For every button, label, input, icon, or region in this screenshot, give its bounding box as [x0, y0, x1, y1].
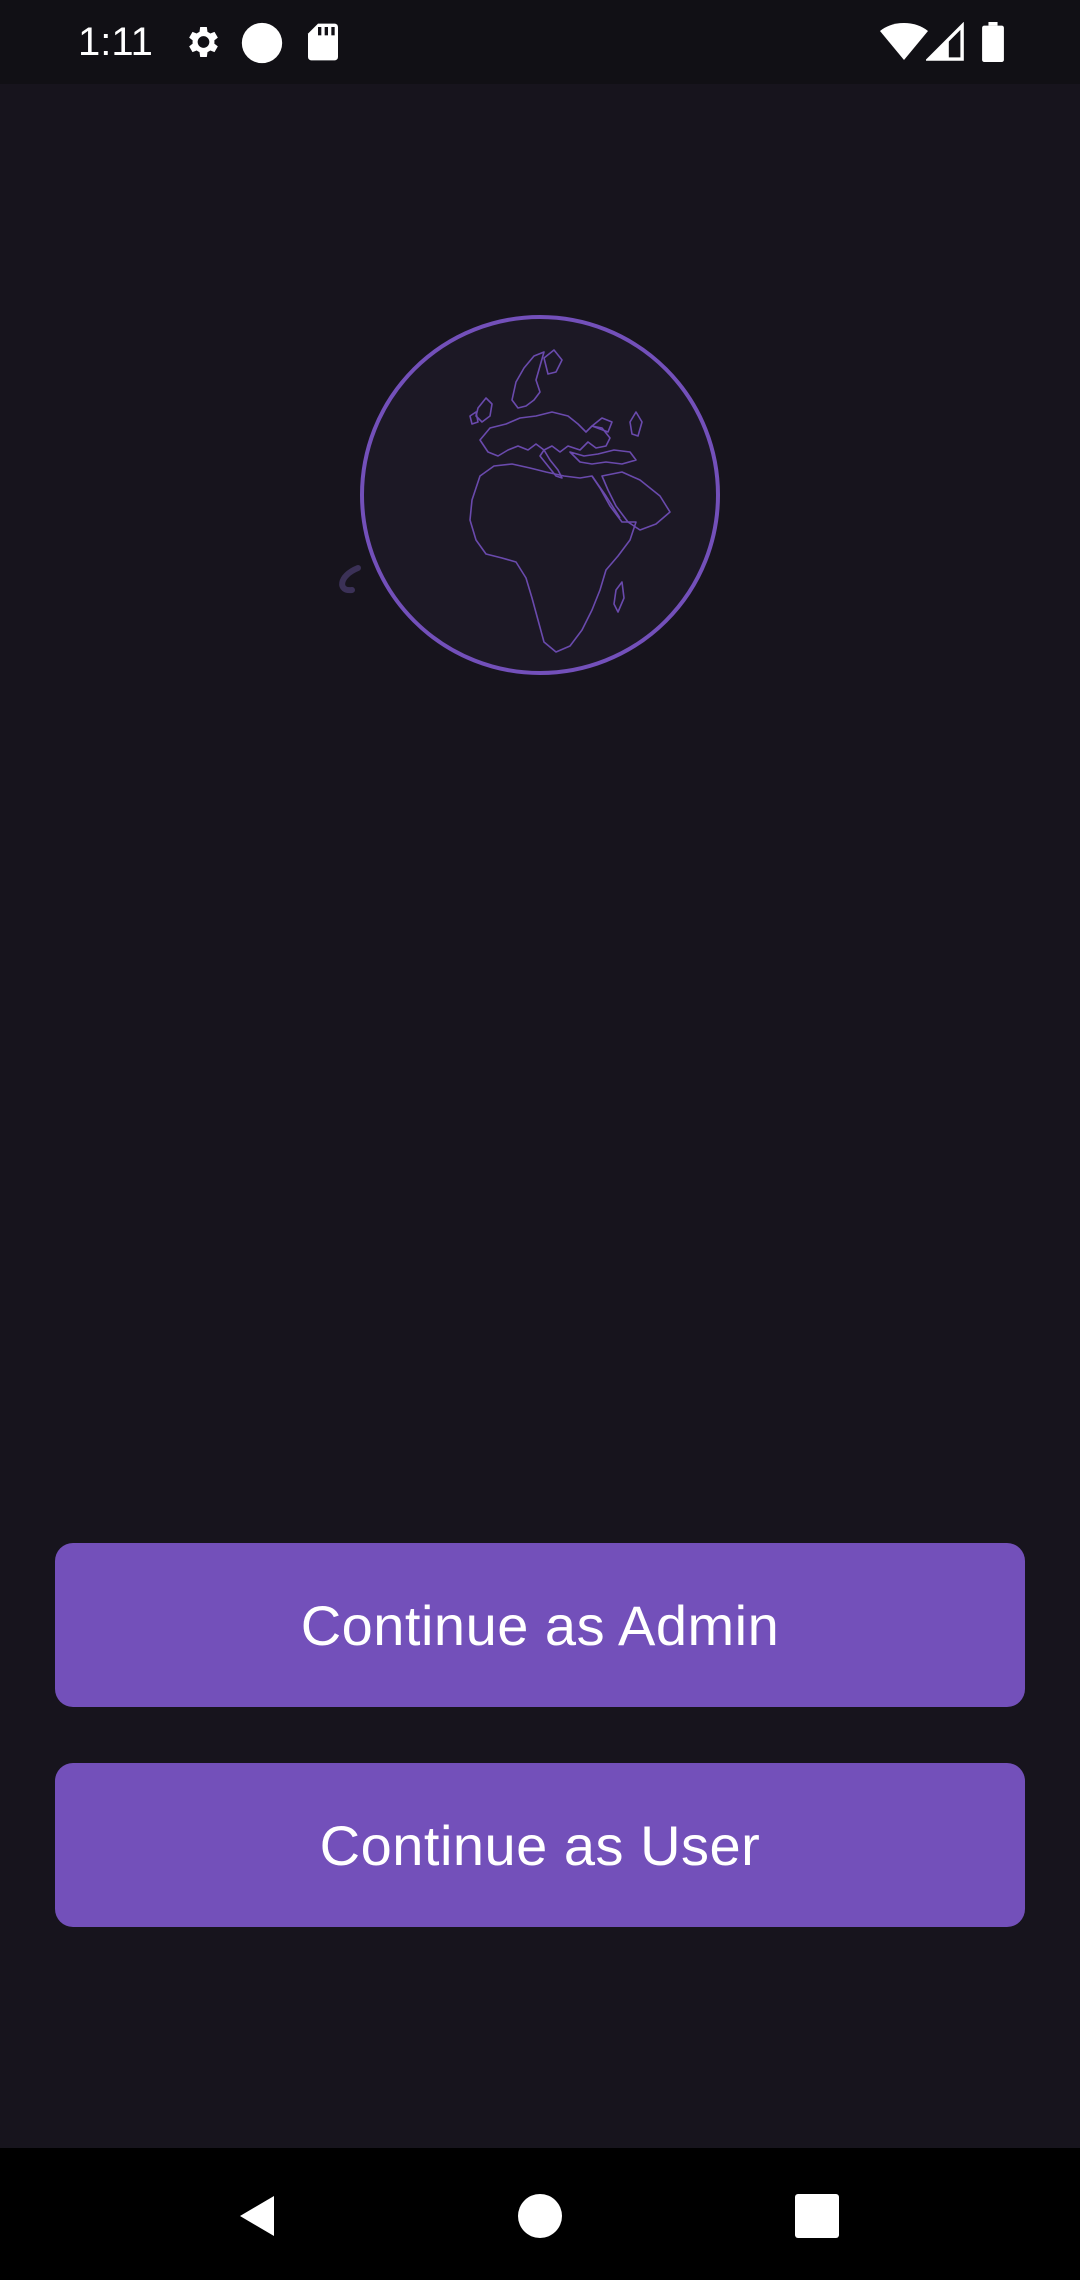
recents-icon[interactable] — [793, 2192, 841, 2240]
wifi-icon — [880, 23, 928, 60]
status-time: 1:11 — [78, 20, 153, 64]
continue-as-user-button[interactable]: Continue as User — [55, 1763, 1025, 1927]
circle-notification-icon — [241, 22, 283, 64]
navigation-bar — [0, 2148, 1080, 2280]
sd-card-icon — [308, 23, 338, 61]
battery-icon — [982, 22, 1004, 62]
signal-icon — [926, 22, 964, 61]
globe-icon — [339, 315, 720, 675]
status-bar: 1:11 — [0, 0, 1080, 84]
app-screen: 1:11 Continue as Admin Continue as User — [0, 0, 1080, 2280]
continue-as-admin-button[interactable]: Continue as Admin — [55, 1543, 1025, 1707]
gear-icon — [189, 27, 218, 57]
back-icon[interactable] — [234, 2192, 282, 2240]
home-icon[interactable] — [516, 2192, 564, 2240]
